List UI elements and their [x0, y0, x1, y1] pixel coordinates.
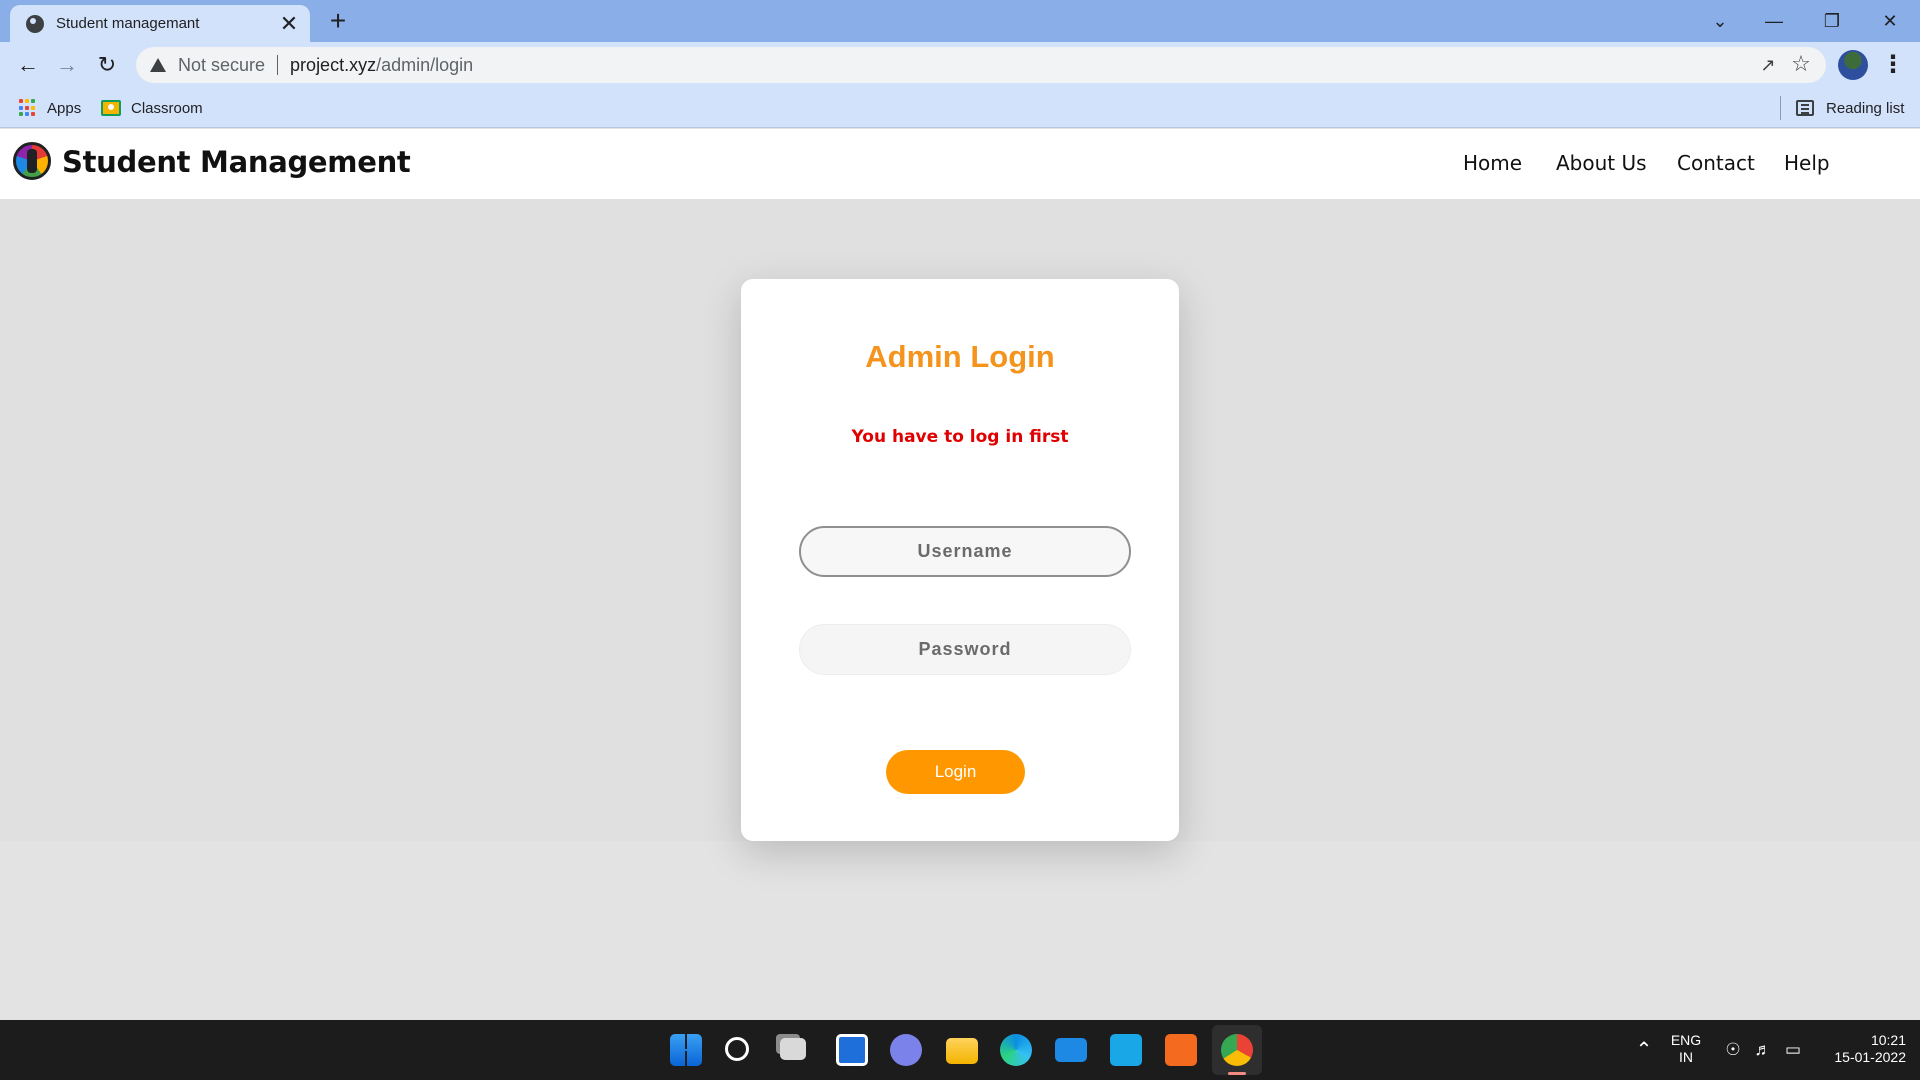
bookmark-apps[interactable]: Apps [19, 97, 81, 119]
bookmark-star-icon[interactable]: ☆ [1790, 53, 1812, 75]
site-navbar: Student Management Home About Us Contact… [0, 129, 1920, 199]
reload-icon[interactable]: ↻ [93, 51, 121, 79]
username-input[interactable] [799, 526, 1131, 577]
xampp-icon[interactable] [1165, 1034, 1197, 1066]
url-path: /admin/login [376, 54, 474, 75]
tab-search-chevron-icon[interactable]: ⌄ [1698, 6, 1742, 36]
teams-chat-icon[interactable] [890, 1034, 922, 1066]
restore-icon[interactable]: ❐ [1810, 6, 1854, 36]
profile-avatar[interactable] [1838, 50, 1868, 80]
kebab-menu-icon[interactable]: ⋮ [1880, 51, 1906, 79]
omnibox-separator [277, 55, 279, 75]
language-code: ENG [1670, 1032, 1702, 1048]
new-tab-button[interactable]: + [324, 7, 352, 36]
chrome-icon[interactable] [1221, 1034, 1253, 1066]
start-icon[interactable] [670, 1034, 702, 1066]
tab-close-icon[interactable]: ✕ [278, 12, 300, 35]
nav-help[interactable]: Help [1784, 151, 1830, 175]
globe-icon [26, 14, 44, 33]
nav-home[interactable]: Home [1463, 151, 1522, 175]
region-code: IN [1679, 1049, 1693, 1065]
windows-taskbar: ⌃ ENG IN ☉ ♬ ▭ 10:21 15-01-2022 [0, 1020, 1920, 1080]
browser-tab[interactable]: Student managemant ✕ [10, 5, 310, 42]
bookmarks-separator [1780, 96, 1781, 120]
reading-list-icon [1796, 100, 1814, 116]
login-button[interactable]: Login [886, 750, 1025, 794]
network-globe-icon[interactable]: ☉ [1723, 1040, 1743, 1060]
site-brand[interactable]: Student Management [62, 145, 411, 179]
file-explorer-icon[interactable] [946, 1038, 978, 1064]
show-hidden-icons-chevron-icon[interactable]: ⌃ [1634, 1040, 1654, 1060]
login-card: Admin Login You have to log in first Log… [741, 279, 1179, 841]
page-viewport: Student Management Home About Us Contact… [0, 129, 1920, 1020]
warning-triangle-icon [150, 58, 166, 72]
battery-icon[interactable]: ▭ [1783, 1040, 1803, 1060]
password-input[interactable] [799, 624, 1131, 675]
back-arrow-icon[interactable]: ← [14, 51, 42, 79]
clock-date: 15-01-2022 [1834, 1049, 1906, 1065]
site-logo-icon[interactable] [13, 142, 51, 180]
edge-icon[interactable] [1000, 1034, 1032, 1066]
address-bar[interactable]: Not secure project.xyz/admin/login ↗ ☆ [136, 47, 1826, 83]
google-classroom-icon [101, 100, 121, 116]
bookmarks-bar: Apps Classroom Reading list [0, 88, 1920, 128]
taskbar-active-indicator [1228, 1072, 1246, 1075]
browser-toolbar: ← → ↻ Not secure project.xyz/admin/login… [0, 42, 1920, 88]
apps-grid-icon [19, 99, 37, 117]
search-icon[interactable] [725, 1037, 749, 1061]
clock[interactable]: 10:21 15-01-2022 [1816, 1032, 1906, 1066]
url-host: project.xyz [290, 54, 377, 75]
nav-contact[interactable]: Contact [1677, 151, 1755, 175]
input-language[interactable]: ENG IN [1666, 1032, 1706, 1066]
tab-title: Student managemant [56, 15, 200, 32]
widgets-icon[interactable] [836, 1034, 868, 1066]
share-icon[interactable]: ↗ [1758, 55, 1778, 75]
reading-list-label: Reading list [1826, 99, 1905, 117]
bookmark-classroom[interactable]: Classroom [101, 97, 203, 119]
l-app-icon[interactable] [1110, 1034, 1142, 1066]
task-view-icon[interactable] [780, 1038, 806, 1060]
bookmark-apps-label: Apps [47, 99, 82, 117]
bookmark-classroom-label: Classroom [131, 99, 203, 117]
reading-list-button[interactable]: Reading list [1796, 97, 1904, 119]
not-secure-label[interactable]: Not secure [178, 55, 265, 76]
nav-about-us[interactable]: About Us [1556, 151, 1647, 175]
minimize-icon[interactable]: — [1752, 6, 1796, 36]
window-close-icon[interactable]: ✕ [1868, 6, 1912, 36]
login-error-message: You have to log in first [851, 427, 1069, 447]
mail-icon[interactable] [1055, 1038, 1087, 1062]
volume-icon[interactable]: ♬ [1753, 1040, 1773, 1060]
url-text[interactable]: project.xyz/admin/login [290, 55, 473, 76]
forward-arrow-icon[interactable]: → [53, 51, 81, 79]
clock-time: 10:21 [1870, 1032, 1906, 1048]
browser-tabstrip: Student managemant ✕ + ⌄ — ❐ ✕ [0, 0, 1920, 42]
login-title: Admin Login [865, 339, 1055, 374]
